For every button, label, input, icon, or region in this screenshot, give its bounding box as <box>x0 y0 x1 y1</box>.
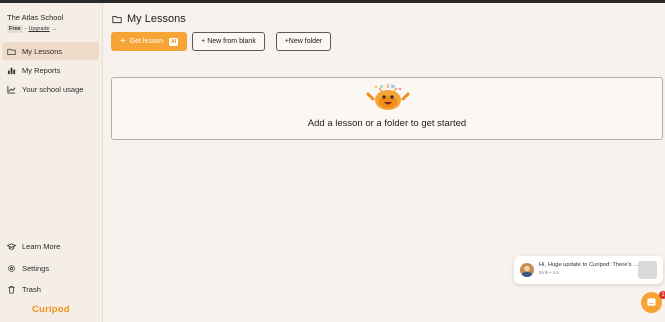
folder-icon <box>7 47 16 56</box>
upgrade-link[interactable]: Upgrade <box>28 26 49 32</box>
get-lesson-label: Get lesson <box>129 38 164 45</box>
upgrade-prefix: - <box>24 26 27 32</box>
sidebar-item-label: My Lessons <box>22 46 63 56</box>
chat-notification[interactable]: Hi, Huge update to Curipod: There's a ne… <box>514 256 663 284</box>
sidebar-item-label: Learn More <box>22 241 61 251</box>
bar-chart-icon <box>7 66 16 75</box>
plan-badge: Free <box>7 25 23 33</box>
new-from-blank-button[interactable]: + New from blank <box>192 32 265 51</box>
folder-icon <box>112 15 122 23</box>
plus-icon: + <box>119 35 126 47</box>
sidebar-item-school-usage[interactable]: Your school usage <box>2 80 99 98</box>
sidebar-item-my-reports[interactable]: My Reports <box>2 61 99 79</box>
school-info: The Atlas School Free - Upgrade → <box>7 13 63 33</box>
sidebar-item-label: Your school usage <box>22 84 84 94</box>
sidebar-item-settings[interactable]: Settings <box>2 259 99 277</box>
message-thumbnail <box>638 261 657 279</box>
sidebar-item-learn-more[interactable]: Learn More <box>2 237 99 255</box>
sidebar-item-label: Trash <box>22 284 41 294</box>
chat-message-preview: Hi, Huge update to Curipod: There's a ne… <box>539 262 639 268</box>
gear-icon <box>7 264 16 273</box>
chat-sender-meta: Eirik • 1m <box>539 271 560 276</box>
sidebar-item-label: Settings <box>22 263 50 273</box>
plan-row: Free - Upgrade → <box>7 25 63 33</box>
school-name: The Atlas School <box>7 13 64 22</box>
arrow-right-icon: → <box>51 26 58 32</box>
curipod-logo[interactable]: Curipod <box>32 304 70 315</box>
chat-icon <box>647 298 656 306</box>
line-chart-icon <box>7 85 16 94</box>
new-folder-button[interactable]: +New folder <box>276 32 331 51</box>
page-title-text: My Lessons <box>127 13 186 25</box>
graduation-cap-icon <box>7 242 16 251</box>
ai-badge: AI <box>169 37 179 46</box>
sidebar-item-label: My Reports <box>22 65 61 75</box>
avatar <box>520 263 534 277</box>
notification-count-badge: 1 <box>659 291 665 299</box>
sidebar-item-my-lessons[interactable]: My Lessons <box>2 42 99 60</box>
mascot-illustration <box>366 84 410 110</box>
sidebar-item-trash[interactable]: Trash <box>2 280 99 298</box>
sidebar: The Atlas School Free - Upgrade → My Les… <box>0 3 103 322</box>
empty-state-message: Add a lesson or a folder to get started <box>307 118 467 129</box>
empty-state-panel: Add a lesson or a folder to get started <box>111 77 663 140</box>
get-lesson-button[interactable]: + Get lesson AI <box>111 32 187 51</box>
page-title: My Lessons <box>112 13 186 25</box>
trash-icon <box>7 285 16 294</box>
